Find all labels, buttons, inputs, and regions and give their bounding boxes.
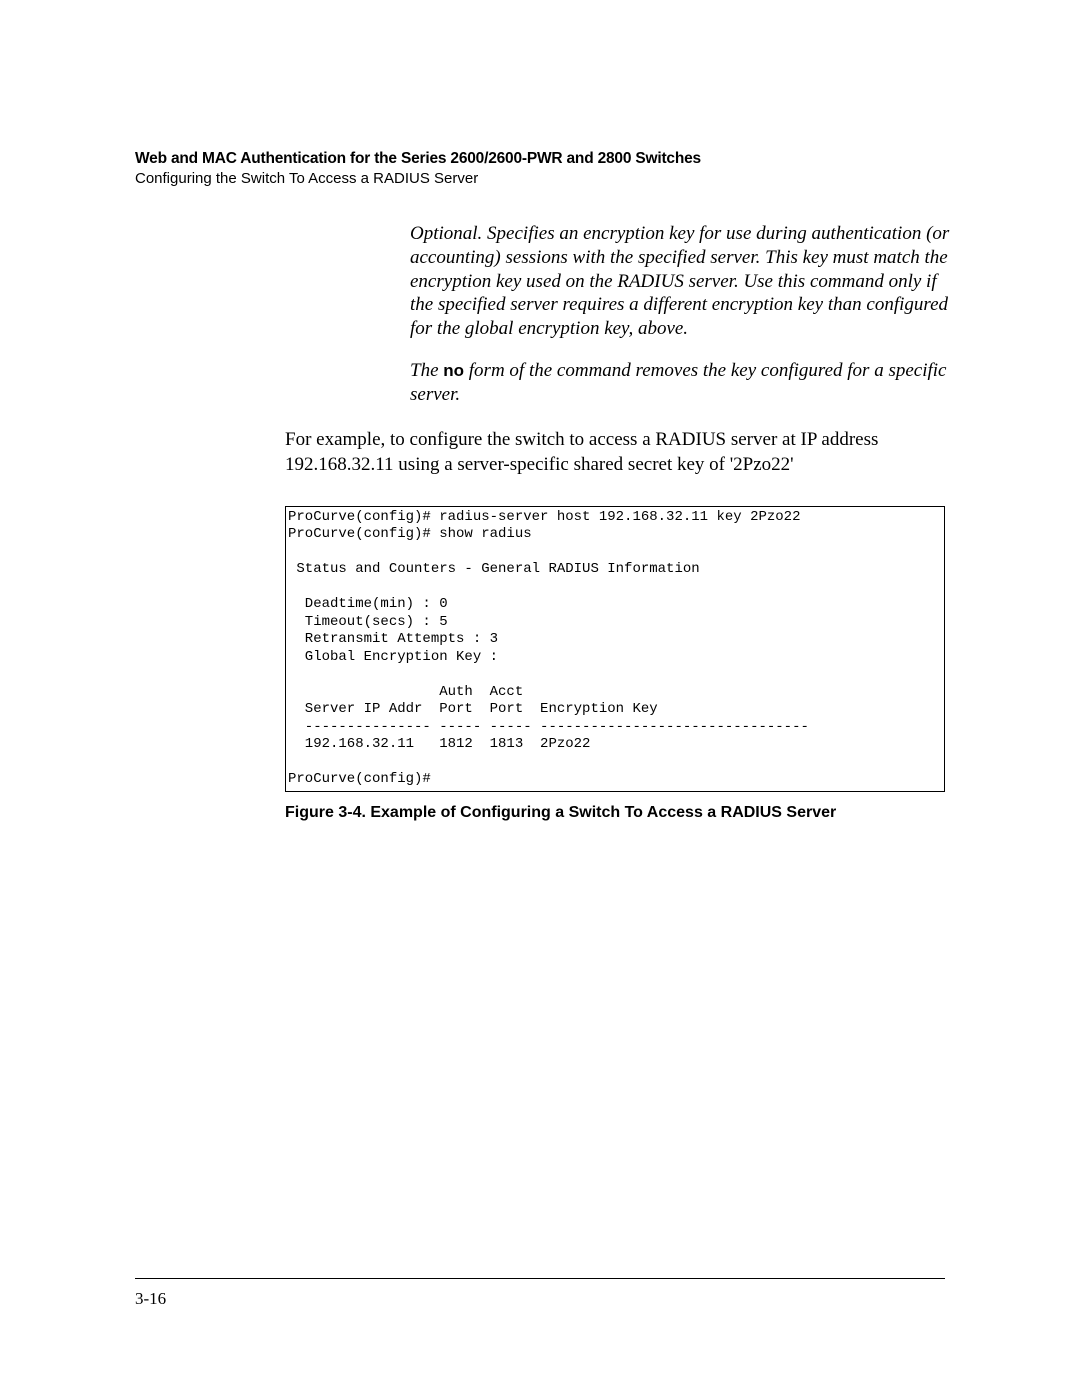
page-number: 3-16 [135,1289,166,1309]
header-subtitle: Configuring the Switch To Access a RADIU… [135,170,945,187]
figure-caption: Figure 3-4. Example of Configuring a Swi… [285,804,945,822]
description-paragraph-2: The no form of the command removes the k… [410,359,950,407]
footer-divider [135,1278,945,1279]
header-title: Web and MAC Authentication for the Serie… [135,150,945,168]
example-intro: For example, to configure the switch to … [285,428,945,477]
desc2-bold-no: no [443,361,464,380]
terminal-output: ProCurve(config)# radius-server host 192… [285,506,945,792]
desc2-prefix: The [410,360,443,381]
desc2-suffix: form of the command removes the key conf… [410,360,946,405]
description-paragraph-1: Optional. Specifies an encryption key fo… [410,222,950,341]
